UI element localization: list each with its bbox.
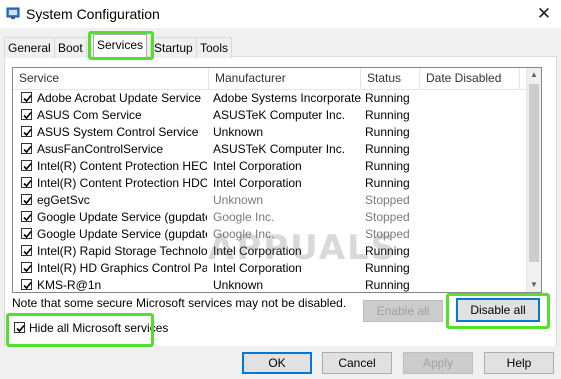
column-header-status[interactable]: Status xyxy=(361,68,420,89)
checkmark-icon xyxy=(23,213,32,222)
secure-services-note: Note that some secure Microsoft services… xyxy=(12,296,347,310)
service-name-cell: ASUS Com Service xyxy=(37,108,142,122)
service-checkbox[interactable] xyxy=(21,126,32,137)
service-checkbox[interactable] xyxy=(21,92,32,103)
enable-all-button[interactable]: Enable all xyxy=(363,300,443,322)
service-checkbox[interactable] xyxy=(21,160,32,171)
service-name-cell: Google Update Service (gupdate) xyxy=(37,210,207,224)
table-row[interactable]: Intel(R) Content Protection HEC... Intel … xyxy=(13,158,527,175)
checkmark-icon xyxy=(23,94,32,103)
hide-ms-services-label[interactable]: Hide all Microsoft services xyxy=(29,320,168,336)
table-row[interactable]: Google Update Service (gupdate) Google In… xyxy=(13,209,527,226)
service-name-cell: Google Update Service (gupdatem) xyxy=(37,227,207,241)
column-header-manufacturer[interactable]: Manufacturer xyxy=(209,68,361,89)
table-row[interactable]: ASUS Com Service ASUSTeK Computer Inc. Run… xyxy=(13,107,527,124)
table-row[interactable]: Adobe Acrobat Update Service Adobe System… xyxy=(13,90,527,107)
apply-button[interactable]: Apply xyxy=(403,352,473,374)
table-row[interactable]: Intel(R) Content Protection HDC... Intel … xyxy=(13,175,527,192)
help-button[interactable]: Help xyxy=(484,352,554,374)
checkmark-icon xyxy=(23,145,32,154)
service-name-cell: Adobe Acrobat Update Service xyxy=(37,91,202,105)
service-name-cell: ASUS System Control Service xyxy=(37,125,199,139)
checkmark-icon xyxy=(23,196,32,205)
tab-startup[interactable]: Startup xyxy=(150,37,197,58)
system-config-app-icon xyxy=(6,6,20,20)
table-row[interactable]: ASUS System Control Service Unknown Runnin… xyxy=(13,124,527,141)
checkbox[interactable] xyxy=(14,322,25,333)
service-checkbox[interactable] xyxy=(21,109,32,120)
service-name-cell: Intel(R) HD Graphics Control Pa... xyxy=(37,261,207,275)
status-cell: Running xyxy=(365,159,410,173)
table-row[interactable]: egGetSvc Unknown Stopped xyxy=(13,192,527,209)
service-name-cell: egGetSvc xyxy=(37,193,90,207)
checkmark-icon xyxy=(16,324,25,333)
service-checkbox[interactable] xyxy=(21,279,32,290)
service-checkbox[interactable] xyxy=(21,177,32,188)
scroll-down-arrow-icon[interactable]: ▼ xyxy=(527,278,541,292)
table-row[interactable]: AsusFanControlService ASUSTeK Computer In… xyxy=(13,141,527,158)
service-checkbox[interactable] xyxy=(21,194,32,205)
status-cell: Stopped xyxy=(365,193,410,207)
service-checkbox[interactable] xyxy=(21,228,32,239)
checkmark-icon xyxy=(23,111,32,120)
checkmark-icon xyxy=(23,264,32,273)
manufacturer-cell: Unknown xyxy=(213,193,264,207)
service-name-cell: Intel(R) Content Protection HDC... xyxy=(37,176,207,190)
service-name-cell: Intel(R) Content Protection HEC... xyxy=(37,159,207,173)
vertical-scrollbar[interactable]: ▲ ▼ xyxy=(526,68,541,292)
service-checkbox[interactable] xyxy=(21,143,32,154)
title-bar: System Configuration ✕ xyxy=(0,0,561,28)
status-cell: Running xyxy=(365,278,410,292)
tab-general[interactable]: General xyxy=(4,37,55,58)
service-name-cell: AsusFanControlService xyxy=(37,142,164,156)
checkmark-icon xyxy=(23,281,32,290)
close-icon[interactable]: ✕ xyxy=(535,4,553,24)
service-checkbox[interactable] xyxy=(21,262,32,273)
tab-services[interactable]: Services xyxy=(93,34,148,58)
manufacturer-cell: Google Inc. xyxy=(213,210,275,224)
checkmark-icon xyxy=(23,247,32,256)
status-cell: Stopped xyxy=(365,210,410,224)
scroll-up-arrow-icon[interactable]: ▲ xyxy=(527,68,541,82)
column-header-date-disabled[interactable]: Date Disabled xyxy=(420,68,520,89)
manufacturer-cell: Unknown xyxy=(213,278,264,292)
manufacturer-cell: Unknown xyxy=(213,125,264,139)
status-cell: Running xyxy=(365,176,410,190)
manufacturer-cell: ASUSTeK Computer Inc. xyxy=(213,142,346,156)
manufacturer-cell: ASUSTeK Computer Inc. xyxy=(213,108,346,122)
table-row[interactable]: KMS-R@1n Unknown Running xyxy=(13,277,527,292)
window-title: System Configuration xyxy=(26,6,160,22)
status-cell: Running xyxy=(365,108,410,122)
status-cell: Running xyxy=(365,91,410,105)
scroll-thumb[interactable] xyxy=(529,84,539,262)
tab-boot[interactable]: Boot xyxy=(54,37,87,58)
checkmark-icon xyxy=(23,162,32,171)
checkmark-icon xyxy=(23,128,32,137)
ok-button[interactable]: OK xyxy=(242,352,312,374)
service-name-cell: KMS-R@1n xyxy=(37,278,102,292)
service-checkbox[interactable] xyxy=(21,245,32,256)
disable-all-button[interactable]: Disable all xyxy=(456,298,540,322)
manufacturer-cell: Intel Corporation xyxy=(213,176,302,190)
service-checkbox[interactable] xyxy=(21,211,32,222)
status-cell: Running xyxy=(365,125,410,139)
tab-tools[interactable]: Tools xyxy=(196,37,233,58)
service-name-cell: Intel(R) Rapid Storage Technology xyxy=(37,244,207,258)
checkmark-icon xyxy=(23,230,32,239)
list-header: Service Manufacturer Status Date Disable… xyxy=(13,68,527,90)
manufacturer-cell: Adobe Systems Incorporated xyxy=(213,91,361,105)
manufacturer-cell: Intel Corporation xyxy=(213,159,302,173)
watermark-logo: APPUALS xyxy=(208,228,398,268)
status-cell: Running xyxy=(365,142,410,156)
cancel-button[interactable]: Cancel xyxy=(322,352,392,374)
column-header-service[interactable]: Service xyxy=(13,68,209,89)
checkmark-icon xyxy=(23,179,32,188)
